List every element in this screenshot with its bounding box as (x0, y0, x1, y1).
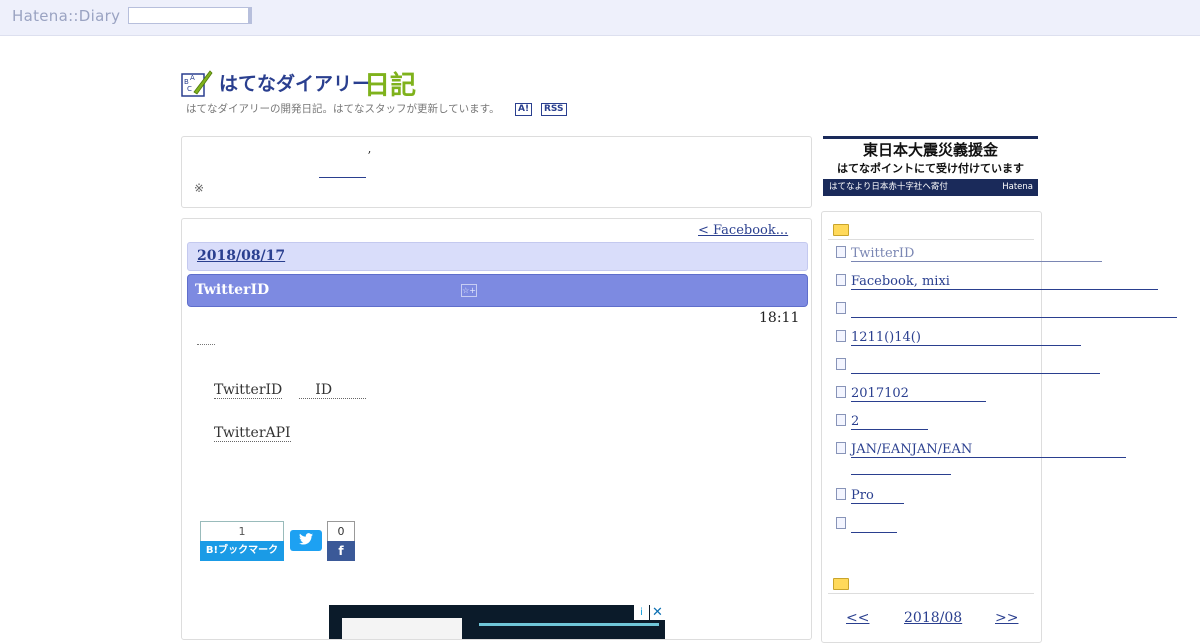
donation-banner[interactable]: 東日本大震災義援金 はてなポイントにて受け付けています はてなより日本赤十字社へ… (823, 136, 1038, 196)
document-icon (836, 246, 846, 258)
recent-entry-item: 1211()14() (836, 330, 1081, 346)
recent-entry-item: 2017102 (836, 386, 986, 402)
folder-icon (833, 224, 849, 236)
recent-entry-item: 2 (836, 414, 929, 430)
recent-entry-link[interactable] (851, 517, 897, 533)
sidebar: TwitterID Facebook, mixi 1211()14() 2017… (821, 211, 1177, 643)
calendar-next-link[interactable]: >> (995, 610, 1018, 626)
keyword-link-twitterapi[interactable]: TwitterAPI (214, 425, 291, 442)
recent-entry-link[interactable] (851, 358, 1100, 374)
add-star-icon[interactable]: ☆+ (461, 284, 477, 297)
keyword-link[interactable] (197, 344, 215, 345)
twitter-bird-icon (299, 533, 313, 545)
facebook-share-count[interactable]: 0 (327, 521, 355, 542)
document-icon (836, 414, 846, 426)
folder-icon (833, 578, 849, 590)
section-divider (828, 239, 1034, 240)
blog-header: B A C はてなダイアリー 日記 はてなダイアリーの開発日記。はてなスタッフが… (180, 66, 600, 121)
banner-footer-text: はてなより日本赤十字社へ寄付 (829, 182, 948, 192)
recent-entry-link[interactable]: JAN/EANJAN/EAN (851, 442, 1127, 458)
diary-notebook-icon: B A C (181, 70, 213, 97)
notice-box: ʼ ※ (181, 136, 812, 208)
ad-image (342, 618, 462, 639)
banner-headline: 東日本大震災義援金 (823, 139, 1038, 161)
facebook-icon: f (327, 541, 355, 561)
global-header: Hatena::Diary (0, 0, 1200, 36)
antenna-feed-button[interactable]: A! (515, 103, 533, 116)
entry-paragraph: TwitterID ID (214, 382, 367, 399)
recent-entry-item: TwitterID (836, 246, 1103, 262)
hatena-bookmark-button[interactable]: 1 B!ブックマーク (200, 521, 284, 561)
recent-entry-link[interactable] (851, 302, 1177, 318)
notice-mark: ʼ (367, 149, 371, 163)
entry-timestamp[interactable]: 18:11 (759, 310, 799, 326)
notice-link[interactable] (319, 153, 366, 178)
recent-entry-link[interactable]: 1211()14() (851, 330, 1081, 346)
banner-brand: Hatena (1002, 182, 1033, 192)
banner-subline: はてなポイントにて受け付けています (823, 161, 1038, 179)
advertisement[interactable]: i ✕ (329, 605, 665, 639)
entry-paragraph: TwitterAPI (214, 425, 291, 442)
document-icon (836, 386, 846, 398)
recent-entry-link[interactable]: Pro (851, 488, 904, 504)
calendar-month-link[interactable]: 2018/08 (904, 610, 962, 626)
hatena-diary-logo[interactable]: Hatena::Diary (12, 7, 120, 25)
recent-entry-item (836, 302, 1177, 318)
recent-entry-link[interactable]: Facebook, mixi (851, 274, 1158, 290)
recent-entry-item (836, 358, 1100, 374)
rss-feed-button[interactable]: RSS (541, 103, 567, 116)
blog-description: はてなダイアリーの開発日記。はてなスタッフが更新しています。 (186, 103, 500, 115)
recent-entry-link[interactable]: 2 (851, 414, 929, 430)
svg-text:A: A (190, 74, 195, 82)
ad-decoration (479, 623, 659, 626)
blog-title[interactable]: はてなダイアリー (219, 69, 371, 96)
keyword-link-twitterid[interactable]: TwitterID (214, 382, 283, 399)
entry-section-title[interactable]: TwitterID (195, 282, 269, 298)
entry-container: < Facebook... 2018/08/17 TwitterID ☆+ 18… (181, 218, 812, 640)
blog-title-accent[interactable]: 日記 (364, 65, 416, 102)
search-input[interactable] (128, 7, 250, 24)
recent-entry-link[interactable]: TwitterID (851, 246, 1103, 262)
svg-text:C: C (187, 85, 192, 93)
entry-date-link[interactable]: 2018/08/17 (197, 248, 285, 264)
document-icon (836, 442, 846, 454)
ad-close-icon[interactable]: ✕ (650, 605, 665, 620)
document-icon (836, 488, 846, 500)
calendar-prev-link[interactable]: << (846, 610, 869, 626)
entry-date-bar: 2018/08/17 (187, 242, 808, 271)
facebook-share-button[interactable]: 0 f (327, 521, 355, 561)
tweet-button[interactable] (290, 530, 322, 551)
ad-info-icon[interactable]: i (634, 605, 649, 620)
recent-entry-item (836, 517, 897, 533)
entry-section-header: TwitterID ☆+ (187, 274, 808, 307)
search-submit-button[interactable] (248, 7, 252, 24)
keyword-link-id[interactable]: ID (299, 382, 367, 399)
hatena-bookmark-count[interactable]: 1 (200, 521, 284, 542)
recent-entry-item: Pro (836, 488, 904, 504)
recent-entry-item: JAN/EANJAN/EAN (836, 442, 1127, 458)
document-icon (836, 517, 846, 529)
notice-note: ※ (194, 181, 205, 195)
recent-entry-item: Facebook, mixi (836, 274, 1158, 290)
document-icon (836, 358, 846, 370)
recent-entry-link-wrap[interactable] (851, 474, 951, 475)
document-icon (836, 302, 846, 314)
recent-entry-link[interactable]: 2017102 (851, 386, 986, 402)
hatena-bookmark-label: B!ブックマーク (200, 541, 284, 561)
document-icon (836, 330, 846, 342)
section-divider (828, 593, 1034, 594)
document-icon (836, 274, 846, 286)
prev-entry-link[interactable]: < Facebook... (698, 223, 808, 238)
